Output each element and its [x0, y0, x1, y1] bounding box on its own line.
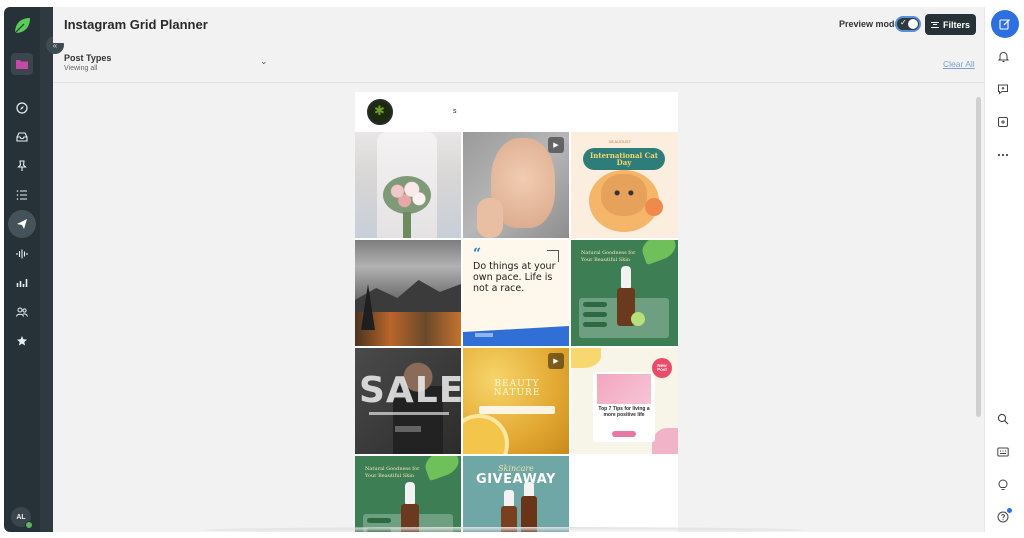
- compose-icon: [999, 19, 1010, 30]
- cat-day-eyebrow: 08 AUGUST: [609, 139, 632, 144]
- sale-text: SALE: [359, 370, 461, 411]
- tag-shape: [645, 198, 663, 216]
- serum-pill: [367, 518, 391, 523]
- quote-mark-icon: “: [473, 246, 482, 262]
- portrait-shape: [597, 374, 651, 404]
- bar-chart-icon[interactable]: [10, 271, 34, 295]
- compass-icon[interactable]: [10, 96, 34, 120]
- lime-shape: [631, 312, 645, 326]
- chat-icon[interactable]: [995, 81, 1011, 97]
- bell-icon[interactable]: [995, 49, 1011, 65]
- tips-button-shape: [612, 431, 636, 437]
- post-tile-empty: [571, 456, 678, 532]
- list-icon[interactable]: [10, 183, 34, 207]
- leaf-shape: [421, 456, 461, 482]
- post-tile-tips[interactable]: Top 7 Tips for living a more positive li…: [571, 348, 678, 454]
- divider: [53, 82, 984, 83]
- serum-text: Natural Goodness for Your Beautiful Skin: [365, 466, 420, 479]
- toggle-knob: [908, 19, 918, 29]
- giveaway-title: GIVEAWAY: [476, 472, 556, 487]
- star-icon[interactable]: [10, 329, 34, 353]
- profile-handle-marker: s: [453, 108, 457, 115]
- lemon-title: BEAUTY NATURE: [493, 379, 541, 399]
- dropper-cap: [405, 482, 415, 504]
- post-tile-serum[interactable]: Natural Goodness for Your Beautiful Skin: [571, 240, 678, 346]
- page-header: Instagram Grid Planner Preview mode ✓ Fi…: [53, 7, 984, 43]
- stem-shape: [403, 212, 411, 238]
- hand-shape: [477, 198, 503, 238]
- serum-text: Natural Goodness for Your Beautiful Skin: [581, 250, 636, 263]
- leaf-shape: [638, 240, 678, 266]
- quote-text: Do things at your own pace. Life is not …: [473, 261, 556, 294]
- pin-icon[interactable]: [10, 154, 34, 178]
- tips-text: Top 7 Tips for living a more positive li…: [598, 406, 650, 418]
- lemon-bar: [479, 406, 555, 414]
- help-icon[interactable]: [995, 508, 1012, 525]
- filters-button-label: Filters: [942, 19, 970, 30]
- user-avatar[interactable]: AL: [11, 507, 33, 529]
- reel-icon: ▶: [548, 137, 564, 153]
- secondary-rail: [40, 7, 53, 532]
- user-initials: AL: [16, 513, 26, 521]
- page-title: Instagram Grid Planner: [64, 17, 208, 32]
- cat-day-banner: International Cat Day: [583, 148, 665, 170]
- yellow-blob: [571, 348, 601, 368]
- send-icon[interactable]: [8, 210, 36, 238]
- post-tile-mountains[interactable]: [355, 240, 461, 346]
- inbox-icon[interactable]: [10, 125, 34, 149]
- post-tile-cat-day[interactable]: 08 AUGUST International Cat Day: [571, 132, 678, 238]
- reel-icon: ▶: [548, 353, 564, 369]
- search-icon[interactable]: [995, 411, 1011, 427]
- chevron-down-icon[interactable]: ⌄: [260, 56, 268, 67]
- bottom-shadow: [204, 527, 804, 532]
- post-types-value: Viewing all: [64, 65, 98, 72]
- profile-avatar[interactable]: [367, 99, 393, 125]
- post-types-label: Post Types: [64, 53, 112, 63]
- folder-icon[interactable]: [11, 53, 33, 75]
- lightbulb-icon[interactable]: [995, 477, 1011, 493]
- vertical-scrollbar[interactable]: [976, 97, 981, 417]
- keyboard-icon[interactable]: [995, 444, 1011, 460]
- instagram-grid-preview: s ▶ 08 AUGUST International Cat Day: [355, 92, 678, 532]
- cat-shape: [601, 174, 647, 216]
- dropper-cap: [621, 266, 631, 288]
- post-tile-giveaway[interactable]: Skincare GIVEAWAY: [463, 456, 569, 532]
- post-tile-bouquet[interactable]: [355, 132, 461, 238]
- check-icon: ✓: [900, 18, 907, 27]
- post-tile-lemon[interactable]: BEAUTY NATURE ▶: [463, 348, 569, 454]
- online-status-dot: [25, 521, 33, 529]
- post-tile-sale[interactable]: SALE: [355, 348, 461, 454]
- app-window: AL « Instagram Grid Planner Preview mode…: [4, 7, 1020, 532]
- logo-leaf-icon[interactable]: [11, 15, 33, 37]
- quote-tag: [475, 333, 493, 337]
- notification-dot: [1007, 508, 1012, 513]
- more-icon[interactable]: [995, 147, 1011, 163]
- preview-mode-toggle[interactable]: ✓: [895, 16, 921, 32]
- serum-pill: [583, 312, 607, 317]
- add-box-icon[interactable]: [995, 114, 1011, 130]
- clear-all-link[interactable]: Clear All: [943, 59, 975, 69]
- post-grid: ▶ 08 AUGUST International Cat Day “ Do t…: [355, 132, 678, 532]
- pink-blob: [652, 428, 678, 454]
- filters-button[interactable]: Filters: [925, 14, 976, 35]
- serum-pill: [583, 302, 607, 307]
- lemon-slice: [463, 414, 509, 454]
- serum-pill: [583, 322, 607, 327]
- post-tile-face[interactable]: ▶: [463, 132, 569, 238]
- sale-button-shape: [395, 426, 421, 432]
- preview-mode-label: Preview mode: [839, 19, 900, 29]
- left-nav-rail: AL: [4, 7, 40, 532]
- sale-subline: [369, 412, 449, 415]
- post-tile-serum-2[interactable]: Natural Goodness for Your Beautiful Skin: [355, 456, 461, 532]
- new-post-badge: New Post: [652, 358, 672, 378]
- audio-wave-icon[interactable]: [10, 242, 34, 266]
- bouquet-shape: [383, 176, 431, 214]
- people-icon[interactable]: [10, 300, 34, 324]
- filter-icon: [930, 21, 939, 28]
- right-nav-rail: [984, 7, 1020, 532]
- post-tile-quote[interactable]: “ Do things at your own pace. Life is no…: [463, 240, 569, 346]
- post-types-filter[interactable]: Post Types Viewing all ⌄ Clear All: [53, 49, 984, 82]
- compose-button[interactable]: [991, 10, 1019, 38]
